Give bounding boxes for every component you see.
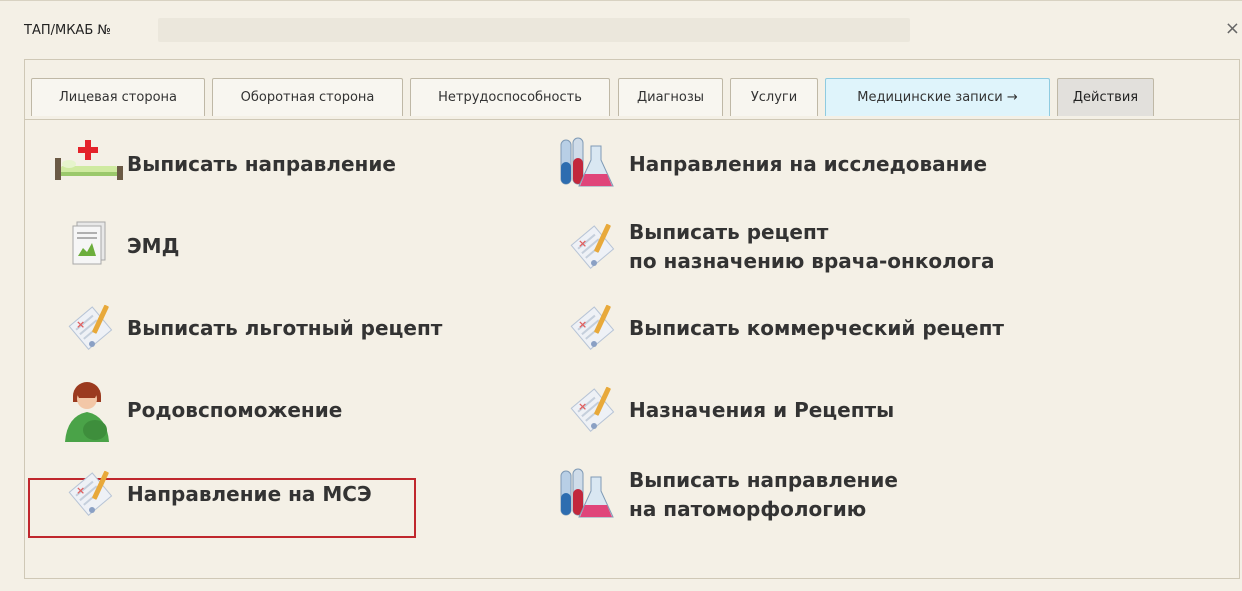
- action-obstetric-care[interactable]: Родовспоможение: [51, 382, 343, 442]
- actions-grid: Выписать направление Направления на иссл…: [25, 120, 1239, 580]
- action-label-two-line: Выписать рецепт по назначению врача-онко…: [629, 218, 995, 276]
- action-label-line1: Выписать рецепт: [629, 220, 829, 244]
- action-emd[interactable]: ЭМД: [51, 218, 179, 274]
- action-label-line2: на патоморфологию: [629, 497, 867, 521]
- svg-text:×: ×: [578, 400, 587, 413]
- svg-text:×: ×: [578, 318, 587, 331]
- lab-flasks-icon: [553, 467, 629, 523]
- action-label: Родовспоможение: [127, 397, 343, 422]
- tab-panel: Лицевая сторона Оборотная сторона Нетруд…: [24, 59, 1240, 579]
- action-label-line2: по назначению врача-онколога: [629, 249, 995, 273]
- action-label-two-line: Выписать направление на патоморфологию: [629, 466, 898, 524]
- action-lab-research-referrals[interactable]: Направления на исследование: [553, 136, 987, 192]
- action-oncologist-prescription[interactable]: × Выписать рецепт по назначению врача-он…: [553, 218, 995, 276]
- svg-text:×: ×: [76, 484, 85, 497]
- window-titlebar: ТАП/МКАБ № ×: [0, 1, 1242, 51]
- prescription-icon: ×: [51, 300, 127, 356]
- svg-text:×: ×: [578, 237, 587, 250]
- tab-back-side[interactable]: Оборотная сторона: [212, 78, 403, 116]
- action-label: Выписать коммерческий рецепт: [629, 315, 1004, 340]
- action-mse-referral[interactable]: × Направление на МСЭ: [51, 466, 372, 522]
- action-write-referral[interactable]: Выписать направление: [51, 136, 396, 192]
- action-label: Выписать направление: [127, 151, 396, 176]
- tap-mkab-window: ТАП/МКАБ № × Лицевая сторона Оборотная с…: [0, 0, 1242, 591]
- lab-flasks-icon: [553, 136, 629, 192]
- tab-disability[interactable]: Нетрудоспособность: [410, 78, 610, 116]
- action-label: Назначения и Рецепты: [629, 397, 895, 422]
- svg-text:×: ×: [76, 318, 85, 331]
- action-label: Направление на МСЭ: [127, 481, 372, 506]
- action-label: ЭМД: [127, 233, 180, 258]
- prescription-icon: ×: [553, 219, 629, 275]
- document-chart-icon: [51, 218, 127, 274]
- record-number-field: [158, 18, 910, 42]
- prescription-icon: ×: [553, 382, 629, 438]
- action-pathomorphology-referral[interactable]: Выписать направление на патоморфологию: [553, 466, 898, 524]
- pregnant-woman-icon: [51, 382, 127, 442]
- tab-front-side[interactable]: Лицевая сторона: [31, 78, 205, 116]
- action-commercial-prescription[interactable]: × Выписать коммерческий рецепт: [553, 300, 1004, 356]
- action-preferential-prescription[interactable]: × Выписать льготный рецепт: [51, 300, 442, 356]
- action-label: Выписать льготный рецепт: [127, 315, 443, 340]
- hospital-bed-icon: [51, 136, 127, 192]
- tab-services[interactable]: Услуги: [730, 78, 818, 116]
- tab-medical-records[interactable]: Медицинские записи →: [825, 78, 1050, 116]
- tab-diagnoses[interactable]: Диагнозы: [618, 78, 723, 116]
- action-prescriptions-list[interactable]: × Назначения и Рецепты: [553, 382, 894, 438]
- action-label: Направления на исследование: [629, 151, 988, 176]
- tab-bar: Лицевая сторона Оборотная сторона Нетруд…: [25, 60, 1239, 120]
- action-label-line1: Выписать направление: [629, 468, 898, 492]
- close-icon[interactable]: ×: [1225, 17, 1240, 41]
- tab-actions[interactable]: Действия: [1057, 78, 1154, 116]
- prescription-icon: ×: [51, 466, 127, 522]
- window-title: ТАП/МКАБ №: [24, 23, 111, 38]
- prescription-icon: ×: [553, 300, 629, 356]
